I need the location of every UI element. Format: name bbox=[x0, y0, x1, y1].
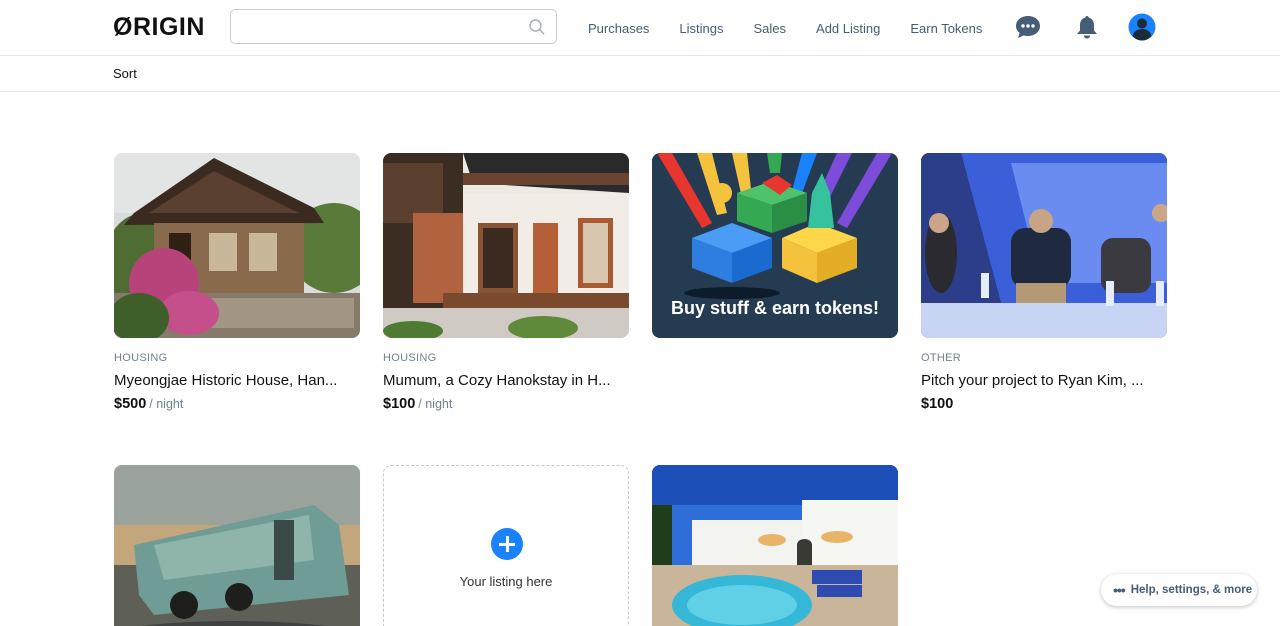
nav-sales[interactable]: Sales bbox=[754, 21, 787, 36]
listing-category: HOUSING bbox=[383, 352, 437, 364]
listing-image[interactable] bbox=[383, 153, 629, 338]
help-settings-button[interactable]: ••• Help, settings, & more bbox=[1101, 574, 1257, 606]
nav-listings[interactable]: Listings bbox=[679, 21, 723, 36]
search-box[interactable] bbox=[230, 9, 557, 44]
placeholder-label: Your listing here bbox=[459, 574, 553, 589]
promo-banner-card[interactable]: Buy stuff & earn tokens! bbox=[652, 153, 898, 338]
listing-card[interactable] bbox=[114, 465, 360, 626]
listing-title[interactable]: Pitch your project to Ryan Kim, ... bbox=[921, 372, 1167, 389]
chat-icon[interactable] bbox=[1014, 13, 1042, 41]
search-input[interactable] bbox=[241, 10, 521, 43]
price-unit: / night bbox=[149, 397, 184, 411]
top-navbar: ØRIGIN Purchases Listings Sales Add List… bbox=[0, 0, 1280, 56]
nav-earn-tokens[interactable]: Earn Tokens bbox=[910, 21, 982, 36]
sort-button[interactable]: Sort bbox=[113, 66, 137, 81]
listing-card[interactable]: HOUSING Myeongjae Historic House, Han...… bbox=[114, 153, 360, 412]
price-unit: / night bbox=[418, 397, 453, 411]
filter-bar: Sort bbox=[0, 56, 1280, 92]
bell-icon[interactable] bbox=[1073, 13, 1101, 41]
nav-purchases[interactable]: Purchases bbox=[588, 21, 649, 36]
listing-card[interactable]: HOUSING Mumum, a Cozy Hanokstay in H... … bbox=[383, 153, 629, 412]
avatar[interactable] bbox=[1128, 13, 1156, 41]
help-label: Help, settings, & more bbox=[1130, 584, 1253, 596]
price-amount: $500 bbox=[114, 396, 147, 412]
listing-title[interactable]: Myeongjae Historic House, Han... bbox=[114, 372, 360, 389]
listing-card[interactable] bbox=[652, 465, 898, 626]
promo-banner[interactable]: Buy stuff & earn tokens! bbox=[652, 153, 898, 338]
price-amount: $100 bbox=[383, 396, 416, 412]
search-icon[interactable] bbox=[528, 18, 546, 36]
nav-links: Purchases Listings Sales Add Listing Ear… bbox=[588, 0, 1012, 56]
banner-text: Buy stuff & earn tokens! bbox=[671, 298, 879, 318]
origin-logo[interactable]: ØRIGIN bbox=[113, 13, 205, 42]
listing-image[interactable] bbox=[921, 153, 1167, 338]
listing-category: HOUSING bbox=[114, 352, 168, 364]
listing-price: $500/ night bbox=[114, 395, 360, 412]
listing-image[interactable] bbox=[114, 465, 360, 626]
plus-icon[interactable] bbox=[491, 528, 523, 560]
add-listing-placeholder[interactable]: Your listing here bbox=[383, 465, 629, 626]
listing-image[interactable] bbox=[652, 465, 898, 626]
price-amount: $100 bbox=[921, 396, 954, 412]
listing-price: $100/ night bbox=[383, 395, 629, 412]
more-dots-icon: ••• bbox=[1113, 582, 1126, 598]
listing-price: $100 bbox=[921, 395, 1167, 412]
listing-title[interactable]: Mumum, a Cozy Hanokstay in H... bbox=[383, 372, 629, 389]
nav-add-listing[interactable]: Add Listing bbox=[816, 21, 880, 36]
listing-category: OTHER bbox=[921, 352, 961, 364]
listing-image[interactable] bbox=[114, 153, 360, 338]
listing-card[interactable]: OTHER Pitch your project to Ryan Kim, ..… bbox=[921, 153, 1167, 412]
